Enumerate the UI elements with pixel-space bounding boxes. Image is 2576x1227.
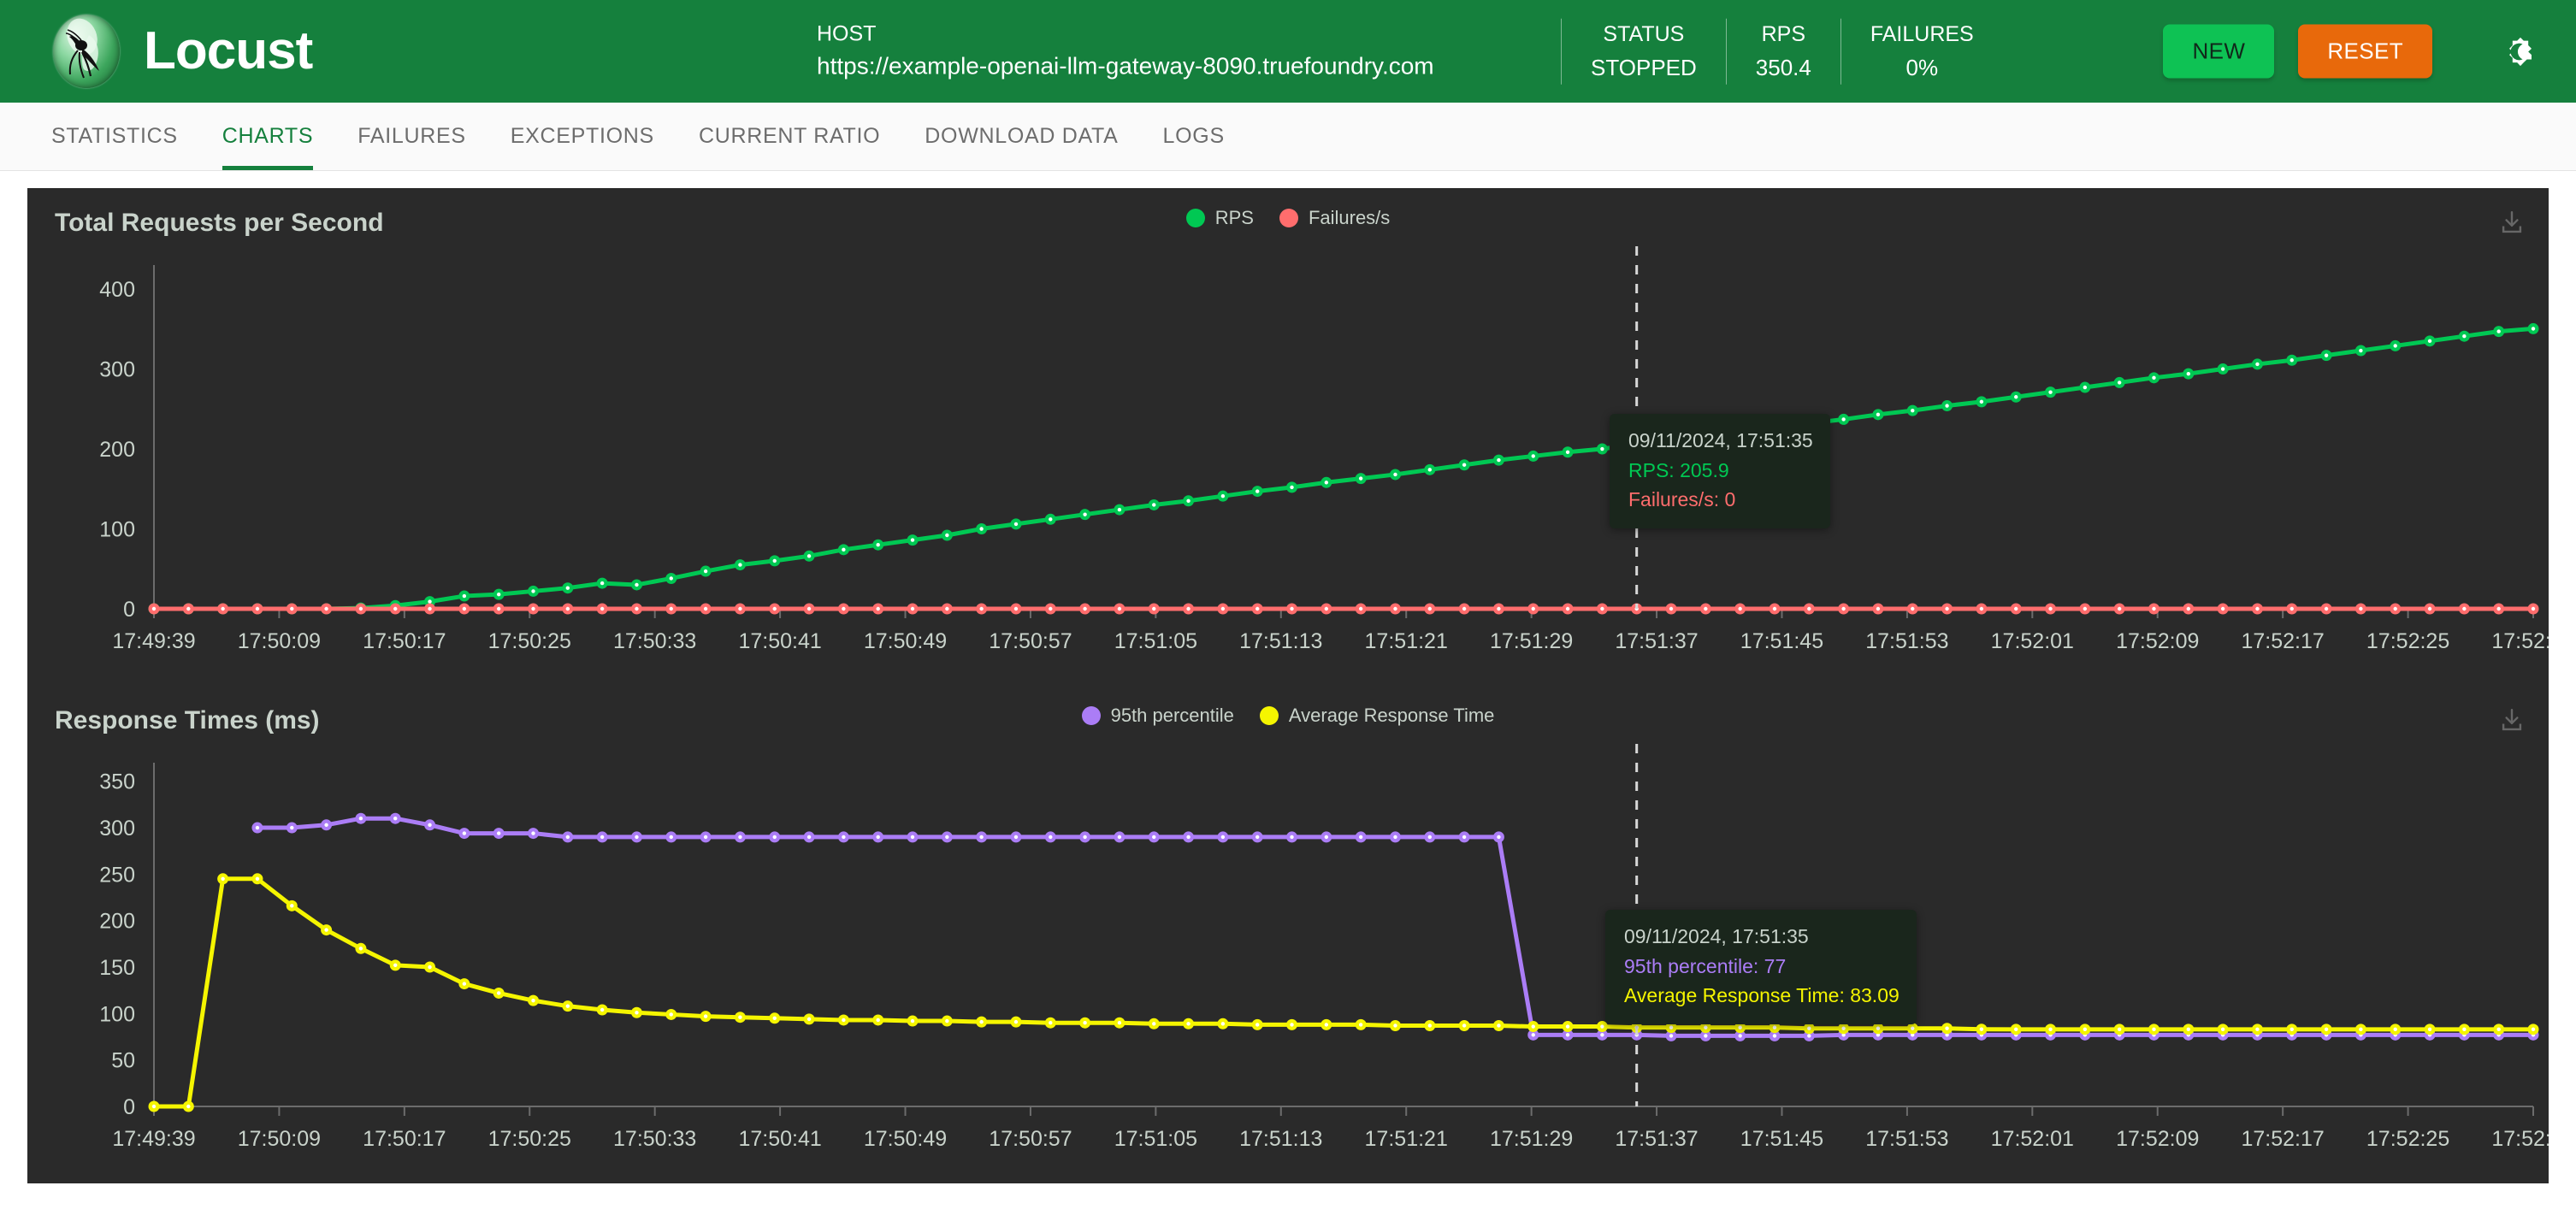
svg-text:100: 100 xyxy=(99,1002,135,1026)
svg-text:150: 150 xyxy=(99,956,135,980)
chart-card-response-times: Response Times (ms) 95th percentile Aver… xyxy=(27,686,2549,1183)
host-value: https://example-openai-llm-gateway-8090.… xyxy=(817,50,1434,85)
svg-text:400: 400 xyxy=(99,278,135,302)
tab-exceptions[interactable]: EXCEPTIONS xyxy=(488,103,676,170)
svg-text:17:51:29: 17:51:29 xyxy=(1490,629,1573,653)
tab-bar: STATISTICS CHARTS FAILURES EXCEPTIONS CU… xyxy=(0,103,2576,171)
new-test-button[interactable]: NEW xyxy=(2163,25,2274,79)
svg-text:100: 100 xyxy=(99,518,135,542)
svg-text:17:50:49: 17:50:49 xyxy=(864,1127,947,1151)
svg-text:17:51:45: 17:51:45 xyxy=(1740,629,1823,653)
svg-text:200: 200 xyxy=(99,438,135,462)
svg-text:17:51:29: 17:51:29 xyxy=(1490,1127,1573,1151)
chart-title-rps: Total Requests per Second xyxy=(27,209,2549,238)
svg-text:0: 0 xyxy=(123,1095,135,1119)
svg-text:17:52:17: 17:52:17 xyxy=(2241,629,2324,653)
svg-text:200: 200 xyxy=(99,910,135,934)
stat-status-value: STOPPED xyxy=(1591,50,1697,84)
plot-svg-response-times: 0 50 100 150 200 250 300 350 17:49:39 17:50:09 17:… xyxy=(27,739,2549,1183)
svg-text:17:52:01: 17:52:01 xyxy=(1991,1127,2074,1151)
charts-panel: Total Requests per Second RPS Failures/s… xyxy=(0,171,2576,1183)
svg-text:17:50:57: 17:50:57 xyxy=(989,1127,1072,1151)
stat-status: STATUS STOPPED xyxy=(1561,19,1727,85)
stat-rps: RPS 350.4 xyxy=(1727,19,1841,85)
download-icon[interactable] xyxy=(2497,706,2526,735)
svg-text:17:50:09: 17:50:09 xyxy=(238,1127,321,1151)
tab-statistics[interactable]: STATISTICS xyxy=(29,103,200,170)
svg-text:17:49:39: 17:49:39 xyxy=(112,1127,195,1151)
host-info: HOST https://example-openai-llm-gateway-… xyxy=(817,19,1434,85)
svg-text:17:51:53: 17:51:53 xyxy=(1865,629,1948,653)
svg-text:17:52:01: 17:52:01 xyxy=(1991,629,2074,653)
svg-text:17:50:25: 17:50:25 xyxy=(488,1127,571,1151)
stat-failures: FAILURES 0% xyxy=(1841,19,2003,85)
svg-text:17:50:09: 17:50:09 xyxy=(238,629,321,653)
svg-text:350: 350 xyxy=(99,770,135,794)
plot-rps[interactable]: 0 100 200 300 400 17:49:39 17:50:09 17:50:17 17:… xyxy=(27,241,2549,686)
svg-text:17:49:39: 17:49:39 xyxy=(112,629,195,653)
svg-text:50: 50 xyxy=(111,1049,135,1073)
chart-title-response-times: Response Times (ms) xyxy=(27,706,2549,735)
svg-text:17:51:53: 17:51:53 xyxy=(1865,1127,1948,1151)
tab-logs[interactable]: LOGS xyxy=(1141,103,1247,170)
header-actions: NEW RESET xyxy=(2163,25,2547,79)
host-label: HOST xyxy=(817,19,1434,50)
stat-status-label: STATUS xyxy=(1603,19,1684,51)
svg-text:17:52:09: 17:52:09 xyxy=(2116,1127,2199,1151)
app-header: Locust HOST https://example-openai-llm-g… xyxy=(0,0,2576,103)
svg-text:17:50:33: 17:50:33 xyxy=(613,629,696,653)
svg-text:17:50:49: 17:50:49 xyxy=(864,629,947,653)
app-title: Locust xyxy=(144,25,312,78)
svg-text:17:50:41: 17:50:41 xyxy=(738,629,821,653)
stat-rps-value: 350.4 xyxy=(1756,50,1811,84)
svg-text:17:52:25: 17:52:25 xyxy=(2366,1127,2449,1151)
stat-failures-label: FAILURES xyxy=(1870,19,1974,51)
svg-text:17:50:33: 17:50:33 xyxy=(613,1127,696,1151)
svg-text:17:51:21: 17:51:21 xyxy=(1365,1127,1448,1151)
chart-card-rps: Total Requests per Second RPS Failures/s… xyxy=(27,188,2549,686)
svg-text:0: 0 xyxy=(123,598,135,622)
svg-text:250: 250 xyxy=(99,863,135,887)
svg-text:17:51:05: 17:51:05 xyxy=(1114,1127,1197,1151)
download-icon[interactable] xyxy=(2497,209,2526,238)
tab-failures[interactable]: FAILURES xyxy=(335,103,487,170)
svg-text:17:50:17: 17:50:17 xyxy=(363,1127,446,1151)
tab-download-data[interactable]: DOWNLOAD DATA xyxy=(902,103,1140,170)
stat-failures-value: 0% xyxy=(1906,50,1939,84)
brand: Locust xyxy=(53,15,312,88)
locust-logo-icon xyxy=(53,15,120,88)
svg-text:17:50:57: 17:50:57 xyxy=(989,629,1072,653)
plot-response-times[interactable]: 0 50 100 150 200 250 300 350 17:49:39 17:50:09 17:… xyxy=(27,739,2549,1183)
svg-text:17:51:13: 17:51:13 xyxy=(1239,629,1322,653)
svg-text:17:52:25: 17:52:25 xyxy=(2366,629,2449,653)
tab-charts[interactable]: CHARTS xyxy=(200,103,336,170)
tab-current-ratio[interactable]: CURRENT RATIO xyxy=(676,103,902,170)
svg-text:17:52:09: 17:52:09 xyxy=(2116,629,2199,653)
svg-text:17:51:13: 17:51:13 xyxy=(1239,1127,1322,1151)
dark-mode-icon[interactable] xyxy=(2494,25,2547,78)
svg-text:17:50:41: 17:50:41 xyxy=(738,1127,821,1151)
reset-stats-button[interactable]: RESET xyxy=(2298,25,2432,79)
svg-text:17:52:17: 17:52:17 xyxy=(2241,1127,2324,1151)
svg-text:17:52:33: 17:52:33 xyxy=(2491,629,2549,653)
svg-text:17:51:45: 17:51:45 xyxy=(1740,1127,1823,1151)
svg-text:17:52:33: 17:52:33 xyxy=(2491,1127,2549,1151)
svg-text:17:51:21: 17:51:21 xyxy=(1365,629,1448,653)
svg-text:17:50:17: 17:50:17 xyxy=(363,629,446,653)
svg-text:17:50:25: 17:50:25 xyxy=(488,629,571,653)
stat-rps-label: RPS xyxy=(1762,19,1805,51)
svg-text:17:51:37: 17:51:37 xyxy=(1615,629,1698,653)
svg-text:300: 300 xyxy=(99,817,135,841)
header-stats: STATUS STOPPED RPS 350.4 FAILURES 0% xyxy=(1561,19,2003,85)
svg-text:300: 300 xyxy=(99,358,135,382)
svg-text:17:51:37: 17:51:37 xyxy=(1615,1127,1698,1151)
svg-text:17:51:05: 17:51:05 xyxy=(1114,629,1197,653)
plot-svg-rps: 0 100 200 300 400 17:49:39 17:50:09 17:50:17 17:… xyxy=(27,241,2549,686)
